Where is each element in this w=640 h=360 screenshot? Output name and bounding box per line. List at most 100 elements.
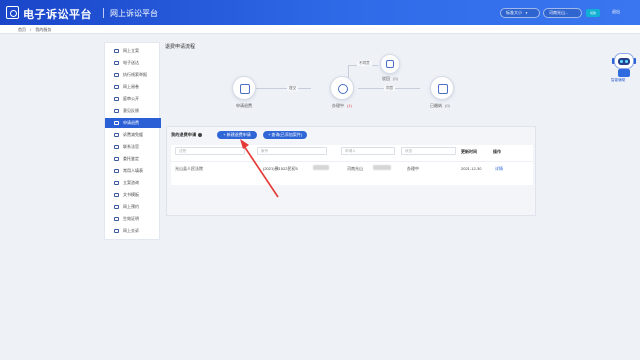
sidebar-item-consultation[interactable]: 立案咨询 [105,178,161,188]
upload-icon [114,229,119,233]
chevron-down-icon: ▼ [525,11,528,15]
font-size-select[interactable]: 标准大小 ▼ [500,8,540,18]
query-added-cases-button[interactable]: + 查询(已添加案件) [263,131,307,139]
sidebar-item-label: 立案咨询 [123,180,139,185]
flow-edge-approve-label: 同意 [384,86,396,91]
sidebar-item-label: 网上阅卷 [123,84,139,89]
new-refund-button[interactable]: + 新建退费申请 [217,131,257,139]
flow-step-rejected-label: 驳回 (0) [382,76,398,81]
cloud-process-icon [338,84,348,94]
robot-icon [614,53,634,69]
edit-document-icon [240,84,250,94]
folder-icon [114,85,119,89]
robot-body [618,69,630,77]
sidebar-item-appraisal[interactable]: 委托鉴定 [105,154,161,164]
switch-court-button[interactable]: 切换 [586,9,600,17]
question-icon [114,181,119,185]
send-icon [114,61,119,65]
col-header-updated: 更新时间 [461,149,477,154]
detail-link[interactable]: 详情 [495,166,503,172]
sidebar-item-label: 诉费减免缓 [123,132,143,137]
breadcrumb-sep: / [30,27,32,32]
sidebar-item-label: 网上立案 [123,48,139,53]
sidebar-item-label: 常用人填表 [123,168,143,173]
sidebar-item-online-submit[interactable]: 网上交诉 [105,226,161,236]
refund-table: 法院 案号 申请人 状态 更新时间 操作 光山县人民法院 (2021)豫1522… [171,145,533,185]
flow-step-apply-label: 申请退费 [236,103,252,108]
cell-applicant: 河南光山 [347,166,363,171]
redacted-case-no [313,165,329,170]
sidebar-item-refund[interactable]: 申请退费 [105,118,161,128]
platform-subbrand: 网上诉讼平台 [110,9,158,18]
platform-logo-icon [6,6,19,19]
flow-edge-reject-label: 不同意 [357,61,372,66]
refund-list-panel: 我的退费申请 + 新建退费申请 + 查询(已添加案件) 法院 案号 申请人 状态… [166,126,536,216]
col-header-action: 操作 [493,149,501,154]
sidebar-item-read-files[interactable]: 网上阅卷 [105,82,161,92]
sidebar-item-trial-public[interactable]: 庭审公开 [105,94,161,104]
cell-updated: 2021-12-30 [461,166,482,171]
money-icon [114,133,119,137]
breadcrumb: 首页 / 我的服务 [18,27,54,33]
breadcrumb-bar: 首页 / 我的服务 [0,25,640,34]
logout-link[interactable]: 退出 [612,9,620,15]
filter-case-no-input[interactable]: 案号 [257,147,327,155]
cell-status: 办理中 [407,166,419,171]
sidebar-item-templates[interactable]: 文书模板 [105,190,161,200]
sidebar-item-label: 庭审公开 [123,96,139,101]
flow-step-processing-label: 办理中 (1) [332,103,352,108]
seal-icon [114,157,119,161]
flow-step-rejected [380,54,400,74]
sidebar-item-common-forms[interactable]: 常用人填表 [105,166,161,176]
main-content: 退费申请流程 提交 同意 不同意 申请退费 办理中 (1) 驳回 (0) 已缴纳 (0… [162,36,540,346]
help-circle-icon[interactable] [198,132,203,137]
sidebar-item-e-delivery[interactable]: 电子送达 [105,58,161,68]
chat-icon [114,109,119,113]
redacted-applicant [373,165,391,170]
sidebar-item-label: 申请退费 [123,120,139,125]
flow-edge-submit [256,88,311,89]
cell-court: 光山县人民法院 [175,166,203,171]
sidebar-item-label: 电子送达 [123,60,139,65]
breadcrumb-home[interactable]: 首页 [18,27,26,32]
page-title: 退费申请流程 [165,44,196,50]
font-size-value: 标准大小 [506,10,522,15]
platform-brand: 电子诉讼平台 [23,9,92,21]
sidebar-item-execution-report[interactable]: 执行线索举报 [105,70,161,80]
assistant-label: 智能辅助 [611,78,626,82]
sidebar-item-contact-judge[interactable]: 联系法官 [105,142,161,152]
brand-divider [103,8,104,18]
sidebar-item-label: 网上交诉 [123,228,139,233]
court-select[interactable]: 河南光山... [543,8,582,18]
flow-step-apply [232,76,256,100]
filter-court-input[interactable]: 法院 [175,147,245,155]
sidebar-item-certificate[interactable]: 生效证明 [105,214,161,224]
filter-applicant-input[interactable]: 申请人 [341,147,395,155]
file-upload-icon [114,49,119,53]
flow-edge-reject-up [348,65,349,78]
sidebar-item-fee-reduction[interactable]: 诉费减免缓 [105,130,161,140]
sidebar-item-label: 网上预约 [123,204,139,209]
top-bar: 电子诉讼平台 网上诉讼平台 标准大小 ▼ 河南光山... 切换 退出 [0,0,640,25]
refund-icon [114,121,119,125]
cell-case-no: (2021)豫1522民初5 [263,166,298,171]
sidebar-item-feedback[interactable]: 意见反馈 [105,106,161,116]
filter-status-select[interactable]: 状态 [401,147,456,155]
reject-icon [386,60,394,68]
sidebar-menu: 网上立案 电子送达 执行线索举报 网上阅卷 庭审公开 意见反馈 申请退费 诉费减… [104,42,161,240]
flow-step-paid-label: 已缴纳 (0) [430,103,450,108]
assistant-widget[interactable]: 智能辅助 [611,53,636,85]
filter-row: 法院 案号 申请人 状态 更新时间 操作 [171,147,533,156]
sidebar-item-online-filing[interactable]: 网上立案 [105,46,161,56]
calendar-icon [114,205,119,209]
certificate-icon [114,217,119,221]
sidebar-item-appointment[interactable]: 网上预约 [105,202,161,212]
robot-face [618,58,630,65]
flow-step-paid [430,76,454,100]
sidebar-item-label: 联系法官 [123,144,139,149]
monitor-icon [114,97,119,101]
sidebar-item-label: 执行线索举报 [123,72,147,77]
table-row: 光山县人民法院 (2021)豫1522民初5 河南光山 办理中 2021-12-… [171,161,533,173]
template-icon [114,193,119,197]
breadcrumb-current[interactable]: 我的服务 [35,27,51,32]
